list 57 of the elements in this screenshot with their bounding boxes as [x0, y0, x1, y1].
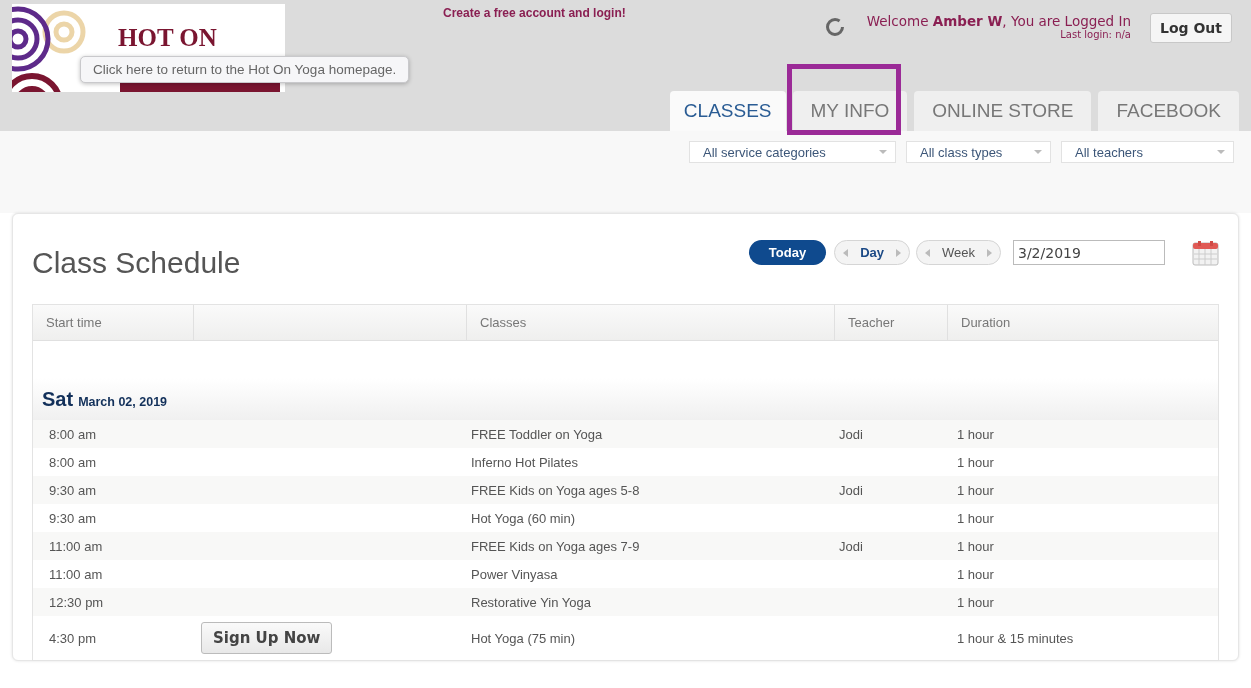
logo-text: HOT ON [118, 24, 217, 52]
table-cell-text: Power Vinyasa [470, 566, 559, 582]
date-text: March 02, 2019 [78, 394, 168, 409]
caret-icon [1217, 150, 1225, 154]
table-cell-text: Inferno Hot Pilates [470, 454, 579, 470]
period-button[interactable]: Day [834, 240, 910, 265]
table-cell-text: 8:00 am [48, 426, 97, 442]
today-button[interactable]: Today [748, 240, 827, 265]
welcome-text: Welcome Amber W, You are Logged In [866, 13, 1131, 29]
table-cell-text: 12:30 pm [48, 594, 105, 610]
table-cell-text: 11:00 am [48, 538, 104, 554]
filter-dropdown[interactable]: All service categories [689, 141, 896, 163]
caret-icon [879, 150, 887, 154]
schedule-title: Class Schedule [32, 246, 242, 280]
table-cell-text: 1 hour [956, 482, 995, 498]
weekday-text: Sat [42, 387, 74, 411]
period-button[interactable]: Week [916, 240, 1001, 265]
table-cell-text: 8:00 am [48, 454, 97, 470]
table-cell-text: FREE Kids on Yoga ages 5-8 [470, 482, 641, 498]
nav-tab[interactable]: MY INFO [792, 91, 908, 131]
table-cell-text: 1 hour [956, 566, 995, 582]
table-cell-text: Hot Yoga (60 min) [470, 510, 577, 526]
signup-link[interactable]: Create a free account and login! [443, 6, 626, 20]
column-header: Start time [33, 305, 193, 340]
column-header: Teacher [834, 305, 947, 340]
spinner-icon [824, 17, 845, 37]
table-cell-text: 1 hour [956, 594, 995, 610]
table-cell-text: 1 hour [956, 426, 995, 442]
table-cell-text: 11:00 am [48, 566, 104, 582]
filter-dropdown[interactable]: All class types [906, 141, 1051, 163]
table-cell-text: Jodi [838, 538, 864, 554]
nav-tab[interactable]: FACEBOOK [1098, 91, 1239, 131]
signup-button[interactable]: Sign Up Now [201, 622, 333, 654]
table-cell-text: FREE Toddler on Yoga [470, 426, 604, 442]
table-cell-text: 1 hour [956, 510, 995, 526]
nav-tab[interactable]: ONLINE STORE [914, 91, 1092, 131]
table-cell-text: 4:30 pm [48, 630, 97, 646]
table-cell-text: 1 hour [956, 538, 995, 554]
column-header: Classes [466, 305, 834, 340]
table-cell-text: 9:30 am [48, 510, 97, 526]
table-cell-text: 1 hour & 15 minutes [956, 630, 1075, 646]
date-field[interactable]: 3/2/2019 [1013, 240, 1165, 265]
table-cell-text: 9:30 am [48, 482, 97, 498]
calendar-icon[interactable] [1192, 240, 1219, 266]
table-cell-text: Restorative Yin Yoga [470, 594, 592, 610]
table-cell-text: FREE Kids on Yoga ages 7-9 [470, 538, 641, 554]
column-header: Duration [947, 305, 1218, 340]
table-cell-text: Hot Yoga (75 min) [470, 630, 577, 646]
logout-button[interactable]: Log Out [1150, 13, 1232, 43]
table-cell-text: 1 hour [956, 454, 995, 470]
last-login-text: Last login: n/a [1060, 29, 1131, 40]
table-cell-text: Jodi [838, 426, 864, 442]
caret-icon [1034, 150, 1042, 154]
nav-tab[interactable]: CLASSES [669, 91, 786, 131]
table-cell-text: Jodi [838, 482, 864, 498]
tooltip: Click here to return to the Hot On Yoga homepage. [80, 56, 410, 83]
filter-dropdown[interactable]: All teachers [1061, 141, 1234, 163]
